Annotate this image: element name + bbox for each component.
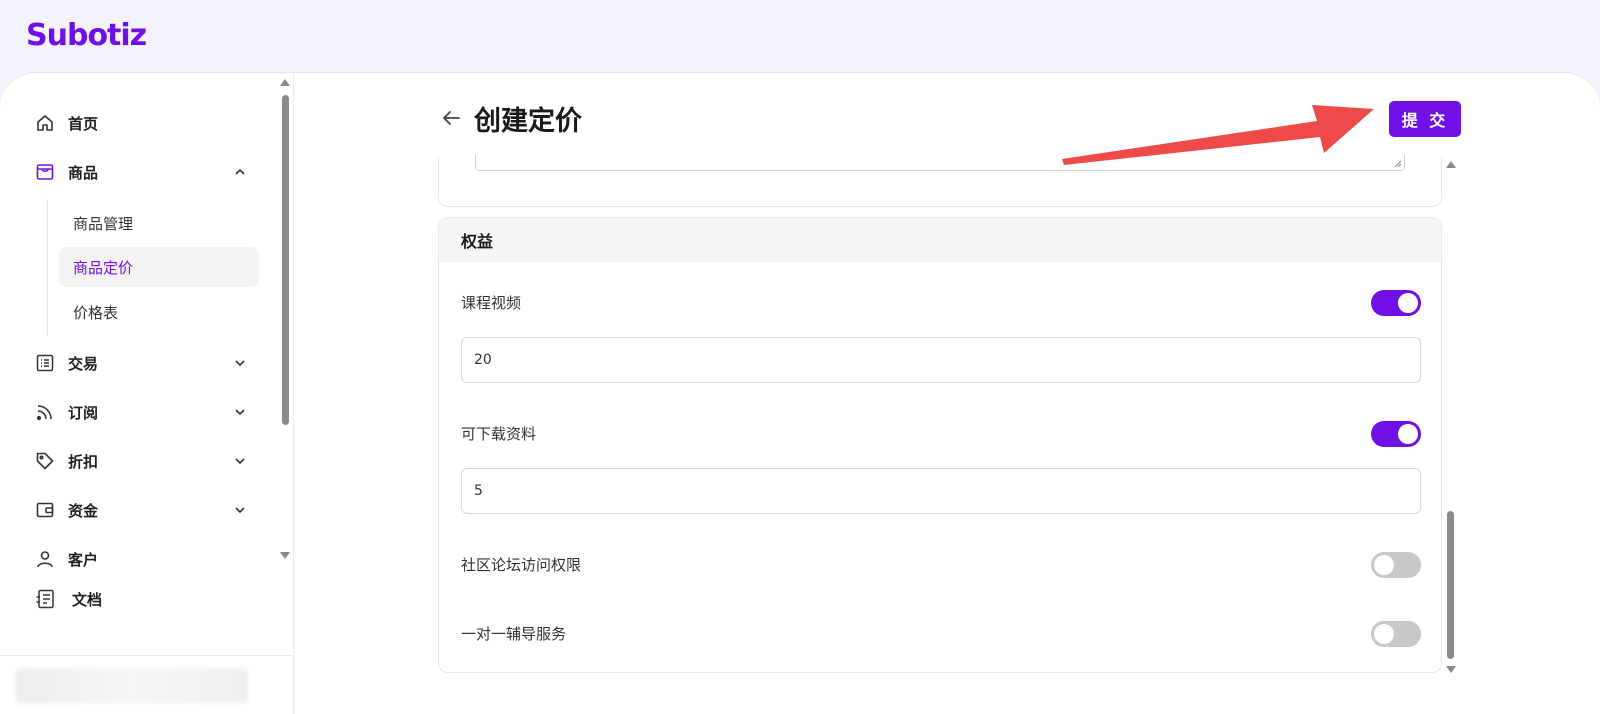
chevron-down-icon [232,502,248,518]
sidebar-item-label: 订阅 [68,403,99,422]
benefit-label-course-video: 课程视频 [461,294,522,312]
sidebar-item-label: 客户 [68,550,99,569]
sidebar-item-label: 商品 [68,163,99,182]
chevron-up-icon [232,164,248,180]
sidebar-scrollbar[interactable] [280,79,290,559]
top-bar: Subotiz [0,0,1600,72]
benefit-label-community-forum: 社区论坛访问权限 [461,556,582,574]
account-info-blurred[interactable] [16,669,248,703]
sidebar-item-label: 交易 [68,354,99,373]
content-scrollbar[interactable] [1446,161,1456,677]
benefits-card: 权益 课程视频 可下载资料 社区论坛访问权限 一对一辅导服务 [438,217,1442,673]
toggle-knob [1374,555,1394,575]
user-icon [34,548,56,570]
store-icon [34,161,56,183]
sidebar-divider [0,655,294,656]
rss-icon [34,401,56,423]
sidebar-subitem-product-pricing[interactable]: 商品定价 [59,247,259,287]
brand-logo[interactable]: Subotiz [26,18,147,53]
list-icon [34,352,56,374]
sidebar-item-products[interactable]: 商品 [34,154,248,190]
document-icon [34,588,56,610]
chevron-down-icon [232,453,248,469]
sidebar-item-transactions[interactable]: 交易 [34,345,248,381]
sidebar-item-docs[interactable]: 文档 [34,581,248,617]
course-video-count-input[interactable] [461,337,1421,383]
sidebar-item-home[interactable]: 首页 [34,105,248,141]
sidebar-subitem-price-table[interactable]: 价格表 [59,292,259,332]
sidebar-item-label: 折扣 [68,452,99,471]
home-icon [34,112,56,134]
toggle-knob [1398,424,1418,444]
benefit-label-downloadable-materials: 可下载资料 [461,425,537,443]
previous-section-card [438,155,1442,207]
sidebar-item-label: 首页 [68,114,99,133]
sidebar-subitem-product-management[interactable]: 商品管理 [59,203,259,243]
benefits-card-title: 权益 [439,218,1441,262]
resize-handle-icon[interactable] [1394,160,1402,168]
sidebar-item-label: 文档 [72,590,103,609]
toggle-knob [1374,624,1394,644]
scroll-down-arrow-icon[interactable] [280,552,290,559]
sidebar-item-customers[interactable]: 客户 [34,541,248,577]
scroll-up-arrow-icon[interactable] [1446,161,1456,168]
benefit-label-one-on-one-coaching: 一对一辅导服务 [461,625,567,643]
toggle-downloadable-materials[interactable] [1371,421,1421,447]
tag-icon [34,450,56,472]
downloadable-materials-count-input[interactable] [461,468,1421,514]
scrollbar-thumb[interactable] [1447,511,1454,659]
toggle-community-forum[interactable] [1371,552,1421,578]
back-arrow-icon[interactable] [440,107,462,129]
main-panel: 首页 商品 商品管理 商品定价 价格表 交易 订阅 折扣 资金 客户 文档 创建… [0,72,1600,714]
chevron-down-icon [232,404,248,420]
page-title: 创建定价 [474,106,582,137]
scroll-up-arrow-icon[interactable] [280,79,290,86]
description-textarea[interactable] [475,155,1405,171]
submit-button[interactable]: 提 交 [1389,101,1461,137]
scroll-down-arrow-icon[interactable] [1446,666,1456,673]
sidebar: 首页 商品 商品管理 商品定价 价格表 交易 订阅 折扣 资金 客户 文档 [0,73,294,714]
submenu-guide-line [47,199,48,335]
sidebar-item-label: 资金 [68,501,99,520]
wallet-icon [34,499,56,521]
sidebar-item-funds[interactable]: 资金 [34,492,248,528]
sidebar-item-subscriptions[interactable]: 订阅 [34,394,248,430]
chevron-down-icon [232,355,248,371]
toggle-knob [1398,293,1418,313]
toggle-one-on-one-coaching[interactable] [1371,621,1421,647]
toggle-course-video[interactable] [1371,290,1421,316]
scrollbar-thumb[interactable] [282,95,289,425]
sidebar-item-discounts[interactable]: 折扣 [34,443,248,479]
